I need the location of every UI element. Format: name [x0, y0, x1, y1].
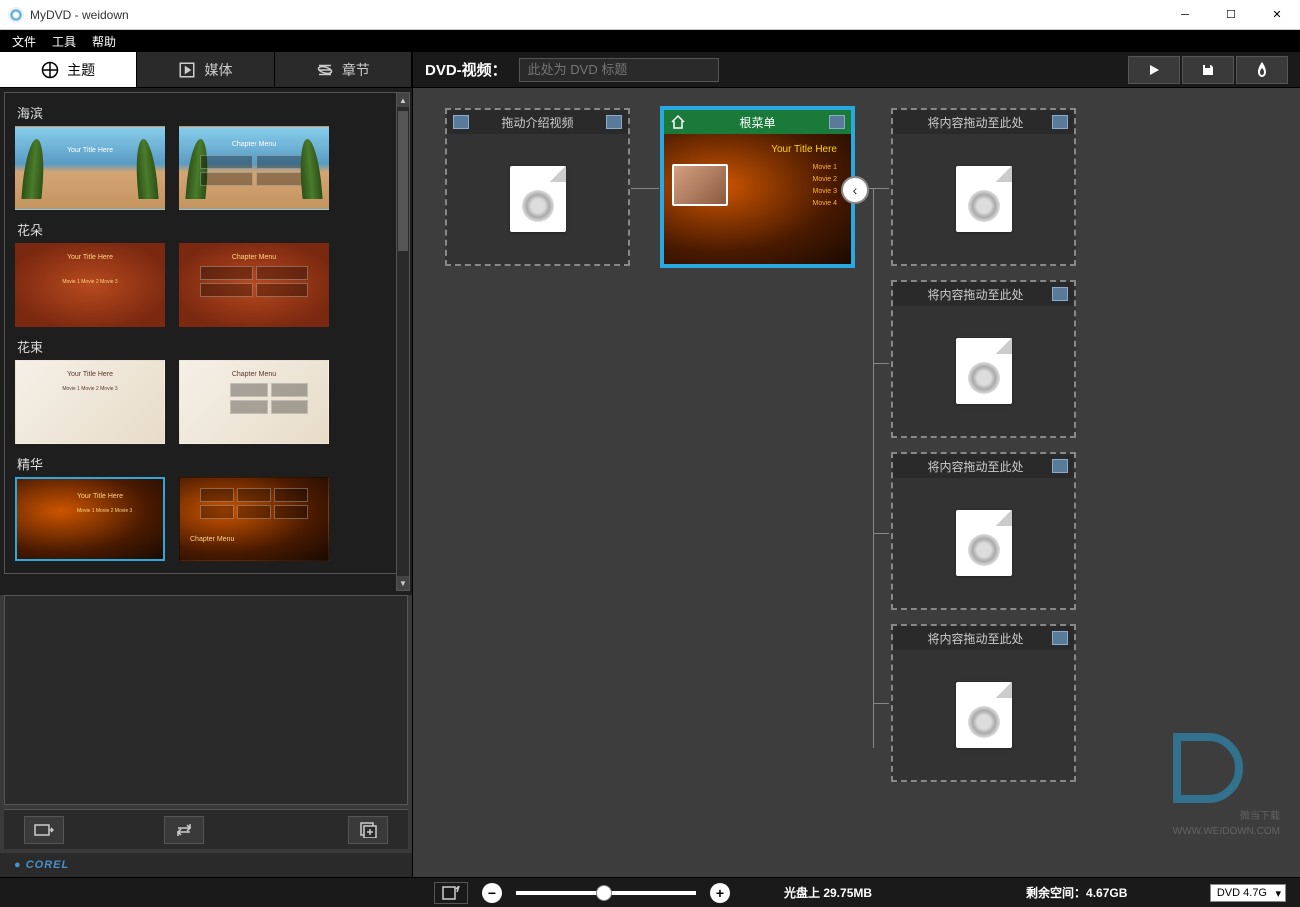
window-controls: ─ ☐ ✕ — [1162, 0, 1300, 30]
app-icon — [8, 7, 24, 23]
menu-help[interactable]: 帮助 — [86, 31, 122, 52]
theme-thumbnail-selected[interactable]: Your Title HereMovie 1 Movie 2 Movie 3 — [15, 477, 165, 561]
play-button[interactable] — [1128, 56, 1180, 84]
dvd-title-input[interactable] — [519, 58, 719, 82]
properties-icon[interactable] — [829, 115, 845, 129]
drop-node[interactable]: 将内容拖动至此处 — [891, 624, 1076, 782]
disc-type-select[interactable]: DVD 4.7G ▾ — [1210, 884, 1286, 902]
scrollbar[interactable]: ▲ ▼ — [396, 92, 410, 591]
disc-usage: 光盘上 29.75MB — [784, 884, 872, 901]
properties-icon[interactable] — [1052, 459, 1068, 473]
tabs: 主题 媒体 章节 — [0, 52, 412, 88]
theme-thumbnail[interactable]: Your Title HereMovie 1 Movie 2 Movie 3 — [15, 243, 165, 327]
home-icon — [670, 114, 686, 130]
scrollbar-thumb[interactable] — [398, 111, 408, 251]
import-button[interactable] — [24, 816, 64, 844]
root-menu-node[interactable]: 根菜单 Your Title Here Movie 1 Movie 2 Movi… — [660, 106, 855, 268]
zoom-handle[interactable] — [596, 885, 612, 901]
tab-theme[interactable]: 主题 — [0, 52, 137, 87]
film-icon — [453, 115, 469, 129]
brand-bar: ● COREL — [0, 853, 412, 877]
menu-tools[interactable]: 工具 — [46, 31, 82, 52]
video-placeholder-icon — [956, 166, 1012, 232]
add-button[interactable] — [348, 816, 388, 844]
menu-file[interactable]: 文件 — [6, 31, 42, 52]
window-title: MyDVD - weidown — [30, 8, 129, 22]
chapters-icon — [316, 61, 334, 79]
media-icon — [178, 61, 196, 79]
close-button[interactable]: ✕ — [1254, 0, 1300, 30]
category-flower: 花朵 — [15, 216, 397, 243]
burn-button[interactable] — [1236, 56, 1288, 84]
video-placeholder-icon — [956, 682, 1012, 748]
remaining-space: 剩余空间：4.67GB — [1026, 884, 1127, 901]
tab-media[interactable]: 媒体 — [137, 52, 274, 87]
scroll-down-icon[interactable]: ▼ — [397, 576, 409, 590]
theme-thumbnail[interactable]: Your Title Here — [15, 126, 165, 210]
theme-thumbnail[interactable]: Chapter Menu — [179, 360, 329, 444]
repeat-button[interactable] — [164, 816, 204, 844]
watermark: 微当下载 WWW.WEIDOWN.COM — [1173, 733, 1280, 837]
category-bouquet: 花束 — [15, 333, 397, 360]
category-beach: 海滨 — [15, 99, 397, 126]
theme-thumbnail[interactable]: Chapter Menu — [179, 243, 329, 327]
properties-icon[interactable] — [1052, 287, 1068, 301]
right-header: DVD-视频： — [413, 52, 1300, 88]
scroll-up-icon[interactable]: ▲ — [397, 93, 409, 107]
preview-area — [4, 595, 408, 805]
theme-list[interactable]: 海滨 Your Title Here Chapter Menu 花朵 Your … — [0, 88, 412, 595]
left-toolbar — [4, 809, 408, 849]
drop-node[interactable]: 将内容拖动至此处 — [891, 108, 1076, 266]
zoom-slider[interactable] — [516, 891, 696, 895]
drop-node[interactable]: 将内容拖动至此处 — [891, 280, 1076, 438]
theme-thumbnail[interactable]: Your Title HereMovie 1 Movie 2 Movie 3 — [15, 360, 165, 444]
properties-icon[interactable] — [606, 115, 622, 129]
right-panel: DVD-视频： 拖动介绍视频 — [413, 52, 1300, 877]
collapse-button[interactable]: ‹ — [841, 176, 869, 204]
theme-thumbnail[interactable]: Chapter Menu — [179, 477, 329, 561]
video-placeholder-icon — [956, 338, 1012, 404]
root-menu-preview: Your Title Here Movie 1 Movie 2 Movie 3 … — [664, 134, 851, 264]
minimize-button[interactable]: ─ — [1162, 0, 1208, 30]
drop-node[interactable]: 将内容拖动至此处 — [891, 452, 1076, 610]
video-placeholder-icon — [956, 510, 1012, 576]
save-button[interactable] — [1182, 56, 1234, 84]
edit-button[interactable] — [434, 882, 468, 904]
left-panel: 主题 媒体 章节 海滨 Your Title Here Chapter Menu — [0, 52, 413, 877]
tab-chapters[interactable]: 章节 — [275, 52, 412, 87]
zoom-out-button[interactable]: − — [482, 883, 502, 903]
video-placeholder-icon — [510, 166, 566, 232]
theme-thumbnail[interactable]: Chapter Menu — [179, 126, 329, 210]
category-essence: 精华 — [15, 450, 397, 477]
dvd-label: DVD-视频： — [425, 59, 507, 80]
theme-icon — [41, 61, 59, 79]
intro-node[interactable]: 拖动介绍视频 — [445, 108, 630, 266]
corel-logo: ● COREL — [14, 859, 69, 871]
maximize-button[interactable]: ☐ — [1208, 0, 1254, 30]
menubar: 文件 工具 帮助 — [0, 30, 1300, 52]
properties-icon[interactable] — [1052, 115, 1068, 129]
zoom-in-button[interactable]: + — [710, 883, 730, 903]
canvas[interactable]: 拖动介绍视频 根菜单 Your Title Here Movie 1 Movie… — [413, 88, 1300, 877]
status-bar: − + 光盘上 29.75MB 剩余空间：4.67GB DVD 4.7G ▾ — [0, 877, 1300, 907]
properties-icon[interactable] — [1052, 631, 1068, 645]
titlebar: MyDVD - weidown ─ ☐ ✕ — [0, 0, 1300, 30]
